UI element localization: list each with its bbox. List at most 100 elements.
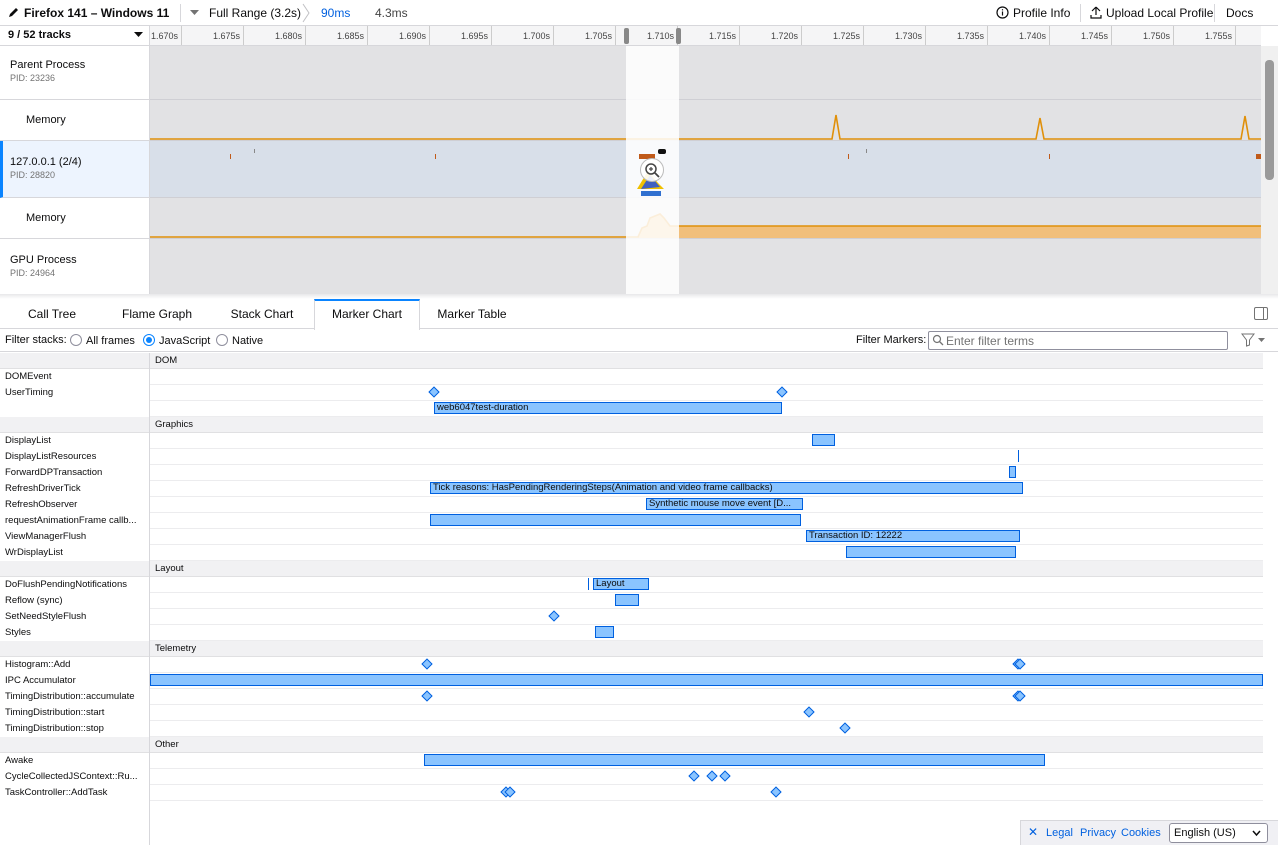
profile-name-button[interactable]: Firefox 141 – Windows 11 — [24, 0, 169, 26]
marker-row-refreshobserver[interactable]: RefreshObserver Synthetic mouse move eve… — [0, 497, 1263, 513]
marker-row-wrdisplaylist[interactable]: WrDisplayList — [0, 545, 1263, 561]
row-label: Awake — [0, 753, 150, 769]
track-memory-content[interactable]: Memory — [0, 198, 150, 239]
marker-row-setneedstyleflush[interactable]: SetNeedStyleFlush — [0, 609, 1263, 625]
marker-bar[interactable] — [1009, 466, 1016, 478]
breadcrumb-90ms[interactable]: 90ms — [321, 0, 350, 26]
marker-bar[interactable] — [615, 594, 639, 606]
marker-row-styles[interactable]: Styles — [0, 625, 1263, 641]
marker-instant[interactable] — [428, 386, 440, 398]
track-graph-content[interactable] — [150, 141, 1261, 198]
marker-row-forwarddp[interactable]: ForwardDPTransaction — [0, 465, 1263, 481]
marker-layout[interactable]: Layout — [593, 578, 649, 590]
filter-funnel-icon[interactable] — [1241, 333, 1267, 350]
ruler-tick: 1.670s — [150, 26, 182, 45]
marker-row-raf[interactable]: requestAnimationFrame callb... — [0, 513, 1263, 529]
marker-row-reflow[interactable]: Reflow (sync) — [0, 593, 1263, 609]
zoom-button[interactable] — [640, 158, 664, 182]
marker-row-usertiming[interactable]: UserTiming — [0, 385, 1263, 401]
track-memory-parent[interactable]: Memory — [0, 100, 150, 141]
marker-row-viewmanagerflush[interactable]: ViewManagerFlush Transaction ID: 12222 — [0, 529, 1263, 545]
marker-web6047-duration[interactable]: web6047test-duration — [434, 402, 782, 414]
marker-row-tdstart[interactable]: TimingDistribution::start — [0, 705, 1263, 721]
edit-icon — [8, 0, 20, 26]
marker-instant[interactable] — [421, 690, 433, 702]
ruler-tick: 1.755s — [1190, 26, 1236, 45]
close-icon[interactable]: ✕ — [1028, 825, 1038, 839]
selection-handle-left[interactable] — [624, 28, 629, 44]
marker-tick-reasons[interactable]: Tick reasons: HasPendingRenderingSteps(A… — [430, 482, 1023, 494]
marker-bar[interactable] — [595, 626, 614, 638]
cookies-link[interactable]: Cookies — [1121, 827, 1161, 839]
marker-instant[interactable] — [776, 386, 788, 398]
track-graph-parent[interactable] — [150, 46, 1261, 100]
track-graph-gpu[interactable] — [150, 239, 1261, 296]
docs-link[interactable]: Docs — [1226, 0, 1253, 26]
sidebar-toggle-icon[interactable] — [1254, 307, 1268, 320]
marker-chart[interactable]: DOM DOMEvent UserTiming web6047test-dura… — [0, 353, 1278, 845]
marker-instant[interactable] — [421, 658, 433, 670]
marker-synthetic-mouse[interactable]: Synthetic mouse move event [D... — [646, 498, 803, 510]
marker-bar[interactable] — [846, 546, 1016, 558]
chevron-down-icon[interactable] — [190, 0, 199, 26]
marker-group-other: Other — [0, 737, 1263, 753]
track-title: Parent Process — [10, 59, 86, 71]
marker-instant[interactable] — [770, 786, 782, 798]
timeline-scrollbar[interactable] — [1261, 46, 1278, 296]
marker-transaction[interactable]: Transaction ID: 12222 — [806, 530, 1020, 542]
marker-row-domevent[interactable]: DOMEvent — [0, 369, 1263, 385]
breadcrumb-full-range[interactable]: Full Range (3.2s) — [209, 0, 301, 26]
radio-native[interactable]: Native — [208, 334, 263, 347]
marker-row-doflush[interactable]: DoFlushPendingNotifications Layout — [0, 577, 1263, 593]
marker-row-taskcontroller[interactable]: TaskController::AddTask — [0, 785, 1263, 801]
marker-bar[interactable] — [424, 754, 1045, 766]
tab-flame-graph[interactable]: Flame Graph — [108, 299, 206, 329]
tab-marker-chart[interactable]: Marker Chart — [314, 299, 420, 330]
radio-label: JavaScript — [159, 335, 211, 347]
marker-instant[interactable] — [706, 770, 718, 782]
marker-bar[interactable] — [1018, 450, 1019, 462]
tab-marker-table[interactable]: Marker Table — [426, 299, 518, 329]
profile-info-button[interactable]: Profile Info — [1013, 0, 1070, 26]
language-select[interactable]: English (US) — [1169, 823, 1268, 843]
tab-call-tree[interactable]: Call Tree — [12, 299, 92, 329]
marker-bar[interactable] — [812, 434, 835, 446]
marker-instant[interactable] — [839, 722, 851, 734]
upload-local-profile-button[interactable]: Upload Local Profile — [1106, 0, 1213, 26]
marker-row-displaylist[interactable]: DisplayList — [0, 433, 1263, 449]
track-gpu-process[interactable]: GPU Process PID: 24964 — [0, 239, 150, 296]
marker-bar[interactable] — [588, 578, 589, 590]
row-label: DoFlushPendingNotifications — [0, 577, 150, 593]
marker-row-tdaccumulate[interactable]: TimingDistribution::accumulate — [0, 689, 1263, 705]
marker-search-input[interactable] — [928, 331, 1228, 350]
marker-instant[interactable] — [719, 770, 731, 782]
marker-bar[interactable] — [430, 514, 801, 526]
track-parent-process[interactable]: Parent Process PID: 23236 — [0, 46, 150, 100]
track-graph-memory-parent[interactable] — [150, 100, 1261, 141]
row-label: RefreshObserver — [0, 497, 150, 513]
track-content-process[interactable]: 127.0.0.1 (2/4) PID: 28820 — [0, 141, 150, 198]
marker-row-ipcaccumulator[interactable]: IPC Accumulator — [0, 673, 1263, 689]
radio-javascript[interactable]: JavaScript — [135, 334, 210, 347]
marker-row-ccjs[interactable]: CycleCollectedJSContext::Ru... — [0, 769, 1263, 785]
marker-row-usertiming-measure[interactable]: web6047test-duration — [0, 401, 1263, 417]
breadcrumb-uncommitted[interactable]: 4.3ms — [375, 0, 408, 26]
marker-row-awake[interactable]: Awake — [0, 753, 1263, 769]
marker-row-refreshdrivertick[interactable]: RefreshDriverTick Tick reasons: HasPendi… — [0, 481, 1263, 497]
radio-all-frames[interactable]: All frames — [62, 334, 135, 347]
marker-instant[interactable] — [803, 706, 815, 718]
selection-handle-right[interactable] — [676, 28, 681, 44]
track-graph-memory-content[interactable] — [150, 198, 1261, 239]
marker-instant[interactable] — [688, 770, 700, 782]
legal-link[interactable]: Legal — [1046, 827, 1073, 839]
scrollbar-thumb[interactable] — [1265, 60, 1274, 180]
marker-bar[interactable] — [150, 674, 1263, 686]
tab-stack-chart[interactable]: Stack Chart — [218, 299, 306, 329]
timeline-ruler[interactable]: 1.670s 1.675s 1.680s 1.685s 1.690s 1.695… — [150, 26, 1261, 46]
marker-row-tdstop[interactable]: TimingDistribution::stop — [0, 721, 1263, 737]
marker-instant[interactable] — [548, 610, 560, 622]
marker-row-displaylistresources[interactable]: DisplayListResources — [0, 449, 1263, 465]
tracks-count-button[interactable]: 9 / 52 tracks — [0, 26, 150, 46]
marker-row-histogramadd[interactable]: Histogram::Add — [0, 657, 1263, 673]
privacy-link[interactable]: Privacy — [1080, 827, 1116, 839]
